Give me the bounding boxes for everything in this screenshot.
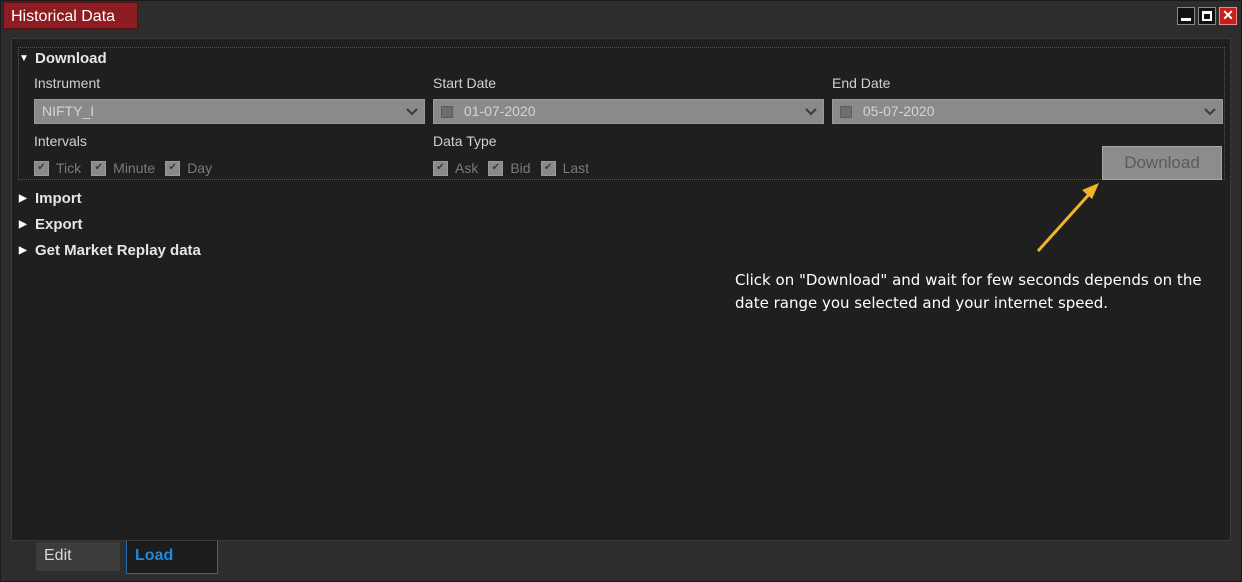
tab-load[interactable]: Load bbox=[126, 541, 218, 574]
historical-data-window: Historical Data ✕ ▼ Download Instrument … bbox=[0, 0, 1242, 582]
main-panel: ▼ Download Instrument Start Date End Dat… bbox=[11, 38, 1231, 541]
minimize-button[interactable] bbox=[1177, 7, 1195, 25]
tab-edit[interactable]: Edit bbox=[36, 542, 120, 571]
annotation-text: Click on "Download" and wait for few sec… bbox=[735, 271, 1202, 312]
window-title: Historical Data bbox=[3, 2, 138, 29]
maximize-button[interactable] bbox=[1198, 7, 1216, 25]
close-button[interactable]: ✕ bbox=[1219, 7, 1237, 25]
window-controls: ✕ bbox=[1177, 7, 1237, 25]
